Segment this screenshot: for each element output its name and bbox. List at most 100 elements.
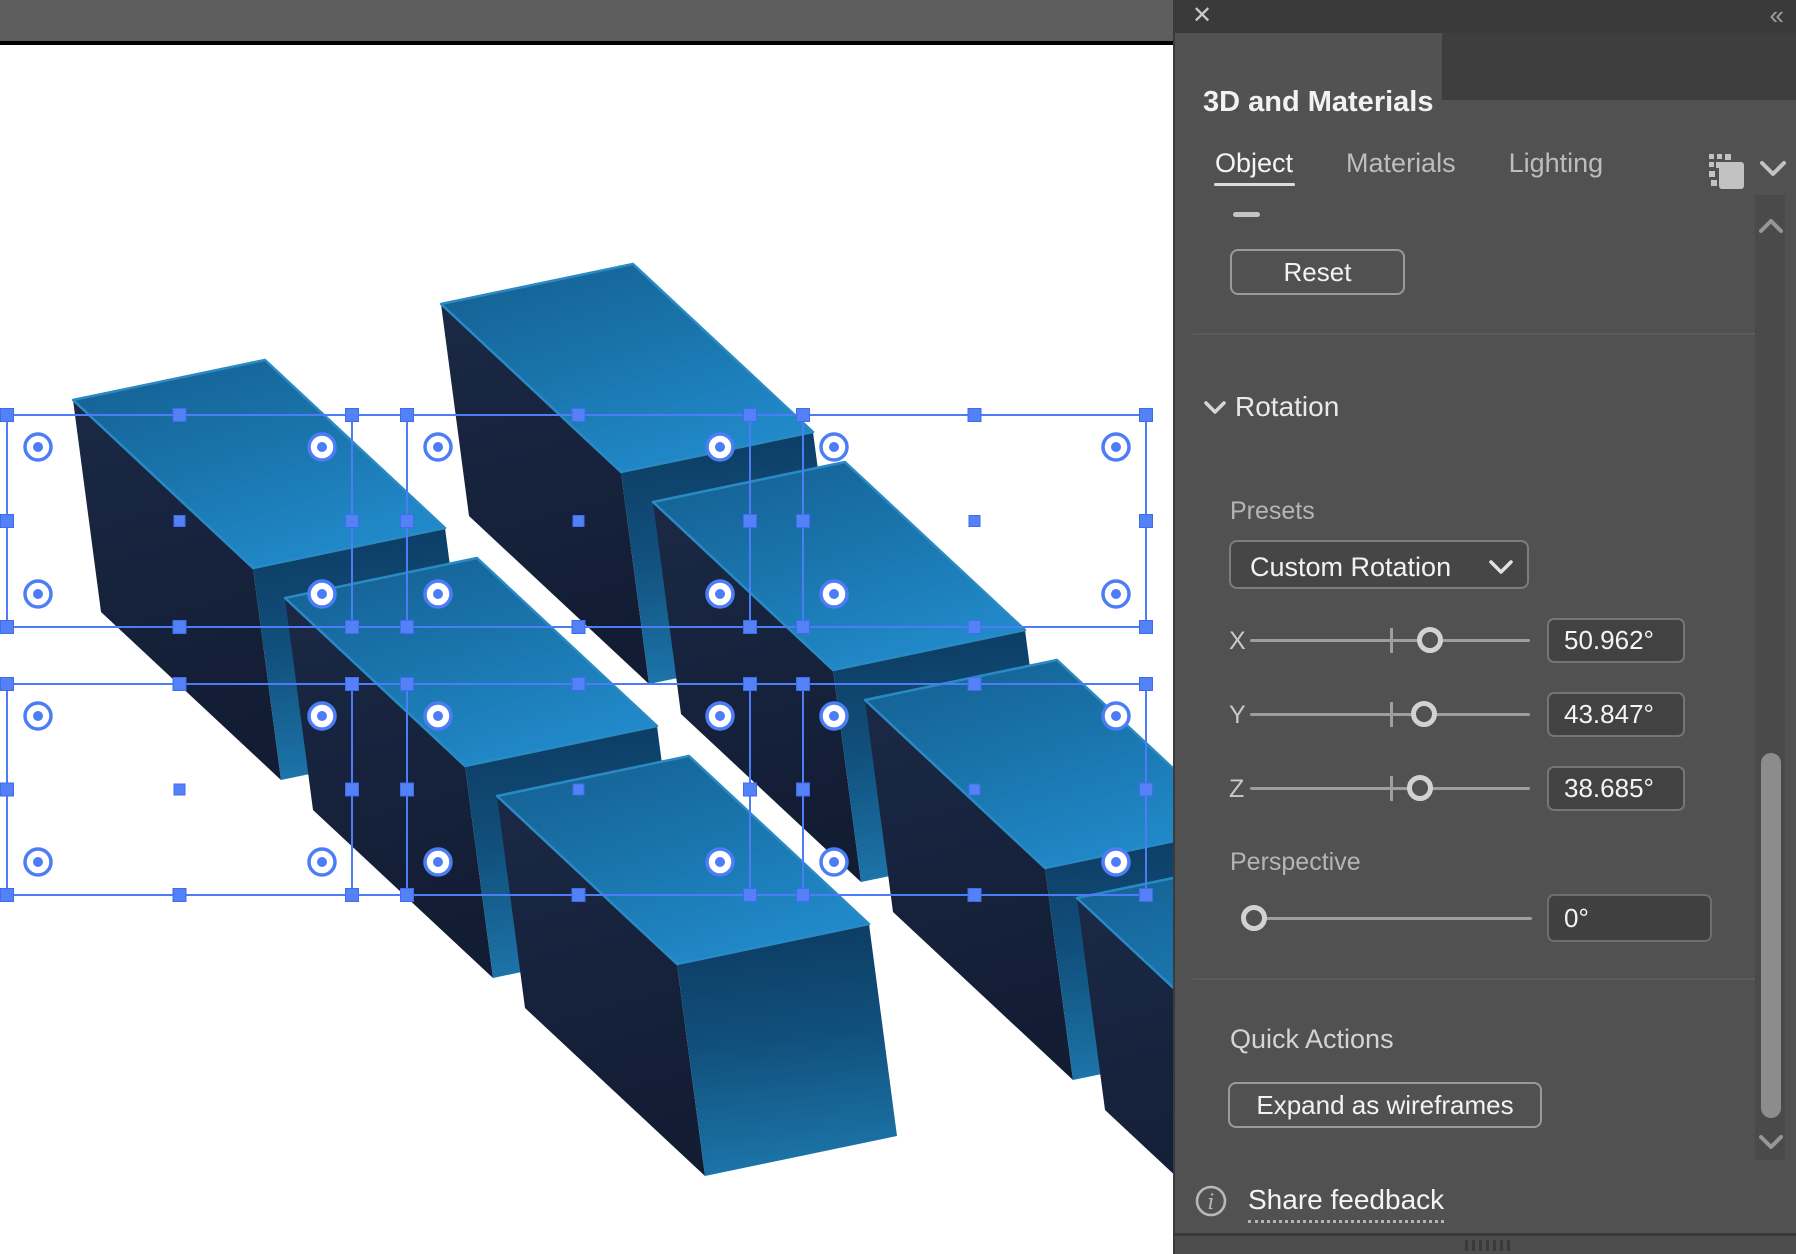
3d-materials-panel: ✕ « 3D and Materials Object Materials Li… xyxy=(1173,0,1796,1254)
axis-label-z: Z xyxy=(1229,775,1245,803)
edge-handle[interactable] xyxy=(172,408,187,422)
edge-handle[interactable] xyxy=(967,408,982,422)
corner-handle[interactable] xyxy=(400,677,414,691)
center-handle[interactable] xyxy=(968,783,981,796)
edge-handle[interactable] xyxy=(796,782,810,797)
corner-handle[interactable] xyxy=(0,888,14,902)
edge-handle[interactable] xyxy=(345,514,359,528)
center-handle[interactable] xyxy=(173,783,186,796)
corner-handle[interactable] xyxy=(400,620,414,634)
edge-handle[interactable] xyxy=(571,888,586,902)
resize-grip-icon[interactable] xyxy=(1465,1240,1513,1251)
panel-scrollbar-thumb[interactable] xyxy=(1761,753,1781,1118)
edge-handle[interactable] xyxy=(743,782,757,797)
corner-handle[interactable] xyxy=(0,677,14,691)
corner-handle[interactable] xyxy=(796,408,810,422)
quick-actions-label: Quick Actions xyxy=(1230,1024,1394,1054)
axis-label-x: X xyxy=(1229,627,1246,655)
edge-handle[interactable] xyxy=(743,514,757,528)
angle-value-y[interactable]: 43.847° xyxy=(1547,692,1685,737)
edge-handle[interactable] xyxy=(967,888,982,902)
corner-handle[interactable] xyxy=(743,888,757,902)
edge-handle[interactable] xyxy=(571,408,586,422)
edge-handle[interactable] xyxy=(345,782,359,797)
center-handle[interactable] xyxy=(968,515,981,527)
section-divider xyxy=(1193,978,1755,980)
anchor-ring-dot xyxy=(33,857,43,867)
corner-handle[interactable] xyxy=(796,677,810,691)
edge-handle[interactable] xyxy=(172,888,187,902)
corner-handle[interactable] xyxy=(743,677,757,691)
edge-handle[interactable] xyxy=(172,620,187,634)
slider-knob-x[interactable] xyxy=(1416,627,1443,653)
anchor-ring-dot xyxy=(715,442,725,452)
scroll-down-icon[interactable] xyxy=(1759,1134,1783,1150)
perspective-knob[interactable] xyxy=(1241,905,1267,931)
corner-handle[interactable] xyxy=(1139,620,1153,634)
expand-as-wireframes-button[interactable]: Expand as wireframes xyxy=(1228,1082,1542,1128)
corner-handle[interactable] xyxy=(400,408,414,422)
edge-handle[interactable] xyxy=(400,514,414,528)
panel-view-chevron-icon[interactable] xyxy=(1760,160,1786,178)
center-handle[interactable] xyxy=(173,515,186,527)
axis-label-y: Y xyxy=(1229,701,1246,729)
edge-handle[interactable] xyxy=(967,677,982,691)
angle-value-z[interactable]: 38.685° xyxy=(1547,766,1685,811)
edge-handle[interactable] xyxy=(571,620,586,634)
anchor-ring-dot xyxy=(317,857,327,867)
corner-handle[interactable] xyxy=(345,408,359,422)
tab-lighting[interactable]: Lighting xyxy=(1509,148,1604,179)
edge-handle[interactable] xyxy=(172,677,187,691)
corner-handle[interactable] xyxy=(796,888,810,902)
anchor-ring-dot xyxy=(1111,711,1121,721)
angle-value-x[interactable]: 50.962° xyxy=(1547,618,1685,663)
corner-handle[interactable] xyxy=(796,620,810,634)
corner-handle[interactable] xyxy=(0,408,14,422)
slider-knob-y[interactable] xyxy=(1411,701,1438,727)
edge-handle[interactable] xyxy=(1139,514,1153,528)
edge-handle[interactable] xyxy=(967,620,982,634)
corner-handle[interactable] xyxy=(400,888,414,902)
corner-handle[interactable] xyxy=(1139,677,1153,691)
section-divider xyxy=(1193,333,1755,335)
collapse-panel-icon[interactable]: « xyxy=(1770,0,1784,30)
rotation-preset-select[interactable]: Custom Rotation xyxy=(1229,540,1529,589)
panel-tab-3d-and-materials[interactable]: 3D and Materials xyxy=(1175,33,1442,118)
corner-handle[interactable] xyxy=(1139,888,1153,902)
share-feedback-link[interactable]: Share feedback xyxy=(1248,1184,1445,1223)
artboard-canvas[interactable] xyxy=(0,0,1173,1254)
reset-button[interactable]: Reset xyxy=(1230,249,1405,295)
corner-handle[interactable] xyxy=(743,408,757,422)
anchor-ring-dot xyxy=(33,711,43,721)
corner-handle[interactable] xyxy=(743,620,757,634)
chevron-down-icon xyxy=(1489,560,1513,574)
center-handle[interactable] xyxy=(572,515,585,527)
perspective-track[interactable] xyxy=(1254,917,1532,920)
slider-center-tick xyxy=(1390,776,1393,801)
scroll-up-icon[interactable] xyxy=(1759,218,1783,234)
edge-handle[interactable] xyxy=(0,782,14,797)
edge-handle[interactable] xyxy=(571,677,586,691)
scrolled-content-remnant xyxy=(1233,212,1260,217)
close-icon[interactable]: ✕ xyxy=(1189,3,1215,29)
edge-handle[interactable] xyxy=(1139,782,1153,797)
anchor-ring-dot xyxy=(33,442,43,452)
tab-object[interactable]: Object xyxy=(1215,148,1293,179)
corner-handle[interactable] xyxy=(0,620,14,634)
anchor-ring-dot xyxy=(829,442,839,452)
slider-knob-z[interactable] xyxy=(1407,775,1434,801)
rotation-section-header[interactable]: Rotation xyxy=(1204,391,1339,422)
corner-handle[interactable] xyxy=(345,888,359,902)
edge-handle[interactable] xyxy=(400,782,414,797)
canvas-scene[interactable] xyxy=(0,0,1173,1254)
tab-materials[interactable]: Materials xyxy=(1346,148,1456,179)
slider-center-tick xyxy=(1390,628,1393,653)
edge-handle[interactable] xyxy=(796,514,810,528)
corner-handle[interactable] xyxy=(1139,408,1153,422)
corner-handle[interactable] xyxy=(345,677,359,691)
edge-handle[interactable] xyxy=(0,514,14,528)
center-handle[interactable] xyxy=(572,783,585,796)
panel-options-icon[interactable] xyxy=(1707,152,1745,190)
perspective-value[interactable]: 0° xyxy=(1547,894,1712,942)
corner-handle[interactable] xyxy=(345,620,359,634)
